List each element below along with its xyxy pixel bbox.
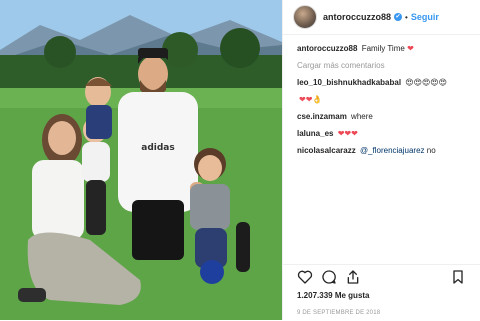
- likes-count[interactable]: 1.207.339 Me gusta: [297, 291, 466, 300]
- likes-label: Me gusta: [334, 291, 370, 300]
- caption-heart-emoji: ❤: [407, 44, 414, 53]
- action-icons-row: [297, 265, 466, 289]
- post-header: antoroccuzzo88 ✔ • Seguir: [283, 0, 480, 35]
- verified-badge-icon: ✔: [394, 13, 403, 21]
- post-side-panel: antoroccuzzo88 ✔ • Seguir antoroccuzzo88…: [282, 0, 480, 320]
- list-item: leo_10_bishnukhadkababal 😍😍😍😍😍: [297, 77, 470, 88]
- post-photo[interactable]: adidas: [0, 0, 282, 320]
- avatar[interactable]: [293, 5, 317, 29]
- comment-username[interactable]: cse.inzamam: [297, 112, 347, 121]
- follow-button[interactable]: Seguir: [411, 12, 439, 22]
- post-actions: 1.207.339 Me gusta 9 DE SEPTIEMBRE DE 20…: [283, 264, 480, 321]
- comment-text: 😍😍😍😍😍: [405, 78, 447, 87]
- post-date: 9 DE SEPTIEMBRE DE 2018: [297, 310, 381, 316]
- svg-text:adidas: adidas: [141, 143, 174, 153]
- caption: antoroccuzzo88 Family Time ❤: [297, 43, 470, 54]
- comment-username[interactable]: nicolasalcarazz: [297, 146, 356, 155]
- list-item: ❤❤👌: [297, 94, 470, 105]
- comment-text: where: [351, 112, 373, 121]
- comments-list: antoroccuzzo88 Family Time ❤ Cargar más …: [283, 35, 480, 156]
- heart-icon[interactable]: [297, 269, 313, 285]
- comment-icon[interactable]: [321, 269, 337, 285]
- comment-username[interactable]: laluna_es: [297, 129, 333, 138]
- photo-illustration: adidas: [0, 0, 282, 320]
- comment-mention[interactable]: @_florenciajuarez: [360, 146, 425, 155]
- header-separator: •: [405, 12, 408, 22]
- header-username[interactable]: antoroccuzzo88: [323, 12, 391, 22]
- caption-username[interactable]: antoroccuzzo88: [297, 44, 357, 53]
- comment-username[interactable]: leo_10_bishnukhadkababal: [297, 78, 401, 87]
- list-item: nicolasalcarazz @_florenciajuarez no: [297, 145, 470, 156]
- list-item: laluna_es ❤❤❤: [297, 128, 470, 139]
- caption-text: Family Time: [361, 44, 405, 53]
- bookmark-icon[interactable]: [450, 269, 466, 285]
- comment-text: no: [426, 146, 436, 155]
- load-more-comments-button[interactable]: Cargar más comentarios: [297, 60, 470, 71]
- comment-text: ❤❤👌: [299, 95, 323, 104]
- share-icon[interactable]: [345, 269, 361, 285]
- list-item: cse.inzamam where: [297, 111, 470, 122]
- comment-text: ❤❤❤: [337, 129, 358, 138]
- likes-number: 1.207.339: [297, 291, 333, 300]
